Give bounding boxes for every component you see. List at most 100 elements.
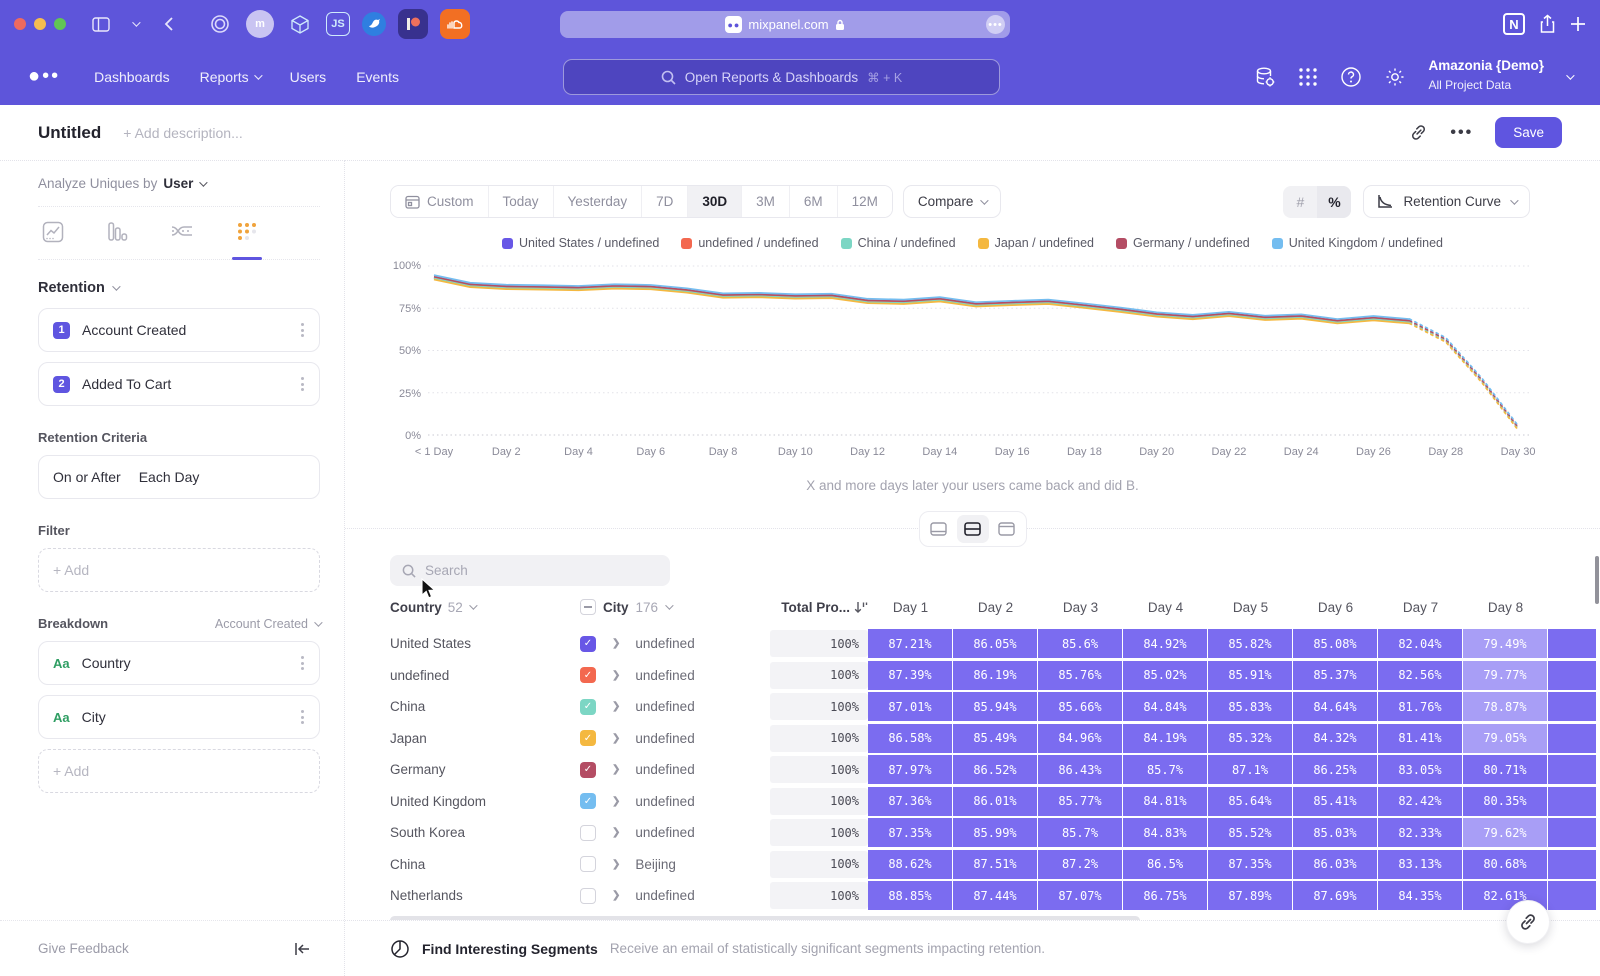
maximize-window-button[interactable] — [54, 18, 66, 30]
nav-dashboards[interactable]: Dashboards — [94, 69, 170, 85]
compare-button[interactable]: Compare — [903, 185, 1002, 218]
retention-cell[interactable]: 86.05% — [953, 629, 1037, 658]
range-7d[interactable]: 7D — [642, 186, 688, 217]
project-switcher[interactable]: Amazonia {Demo} All Project Data — [1428, 58, 1544, 95]
range-6m[interactable]: 6M — [790, 186, 838, 217]
avatar-extension-icon[interactable]: m — [246, 10, 274, 38]
tab-funnels[interactable] — [106, 221, 128, 259]
retention-cell[interactable]: 79.49% — [1463, 629, 1547, 658]
onepassword-extension-icon[interactable] — [206, 10, 234, 38]
retention-cell[interactable]: 80.35% — [1463, 787, 1547, 816]
row-checkbox-checked[interactable]: ✓ — [580, 730, 596, 746]
expand-row-icon[interactable]: ❯ — [612, 859, 620, 870]
bird-extension-icon[interactable] — [362, 12, 386, 36]
back-icon[interactable] — [156, 11, 182, 37]
retention-cell[interactable]: 85.66% — [1038, 692, 1122, 721]
retention-cell[interactable]: 87.1% — [1208, 755, 1292, 784]
breakdown-country[interactable]: Aa Country — [38, 641, 320, 685]
retention-cell[interactable]: 85.94% — [953, 692, 1037, 721]
nav-users[interactable]: Users — [290, 69, 327, 85]
criteria-each-day[interactable]: Each Day — [139, 469, 200, 485]
retention-cell[interactable]: 87.35% — [868, 818, 952, 847]
retention-cell[interactable]: 80.68% — [1463, 850, 1547, 879]
day-column-header[interactable]: Day 4 — [1123, 600, 1208, 615]
report-title[interactable]: Untitled — [38, 123, 101, 143]
day-column-header[interactable]: Day 2 — [953, 600, 1038, 615]
collapse-sidebar-icon[interactable] — [294, 942, 310, 956]
row-checkbox[interactable] — [580, 856, 596, 872]
day-column-header[interactable]: Day 1 — [868, 600, 953, 615]
row-checkbox-checked[interactable]: ✓ — [580, 667, 596, 683]
retention-cell[interactable]: 84.83% — [1123, 818, 1207, 847]
nav-events[interactable]: Events — [356, 69, 399, 85]
retention-cell[interactable]: 85.6% — [1038, 629, 1122, 658]
retention-cell[interactable]: 83.05% — [1378, 755, 1462, 784]
retention-step-2[interactable]: 2 Added To Cart — [38, 362, 320, 406]
view-chart-only-icon[interactable] — [923, 515, 955, 543]
minimize-window-button[interactable] — [34, 18, 46, 30]
cube-extension-icon[interactable] — [286, 10, 314, 38]
retention-cell[interactable]: 85.03% — [1293, 818, 1377, 847]
retention-cell[interactable]: 87.01% — [868, 692, 952, 721]
expand-row-icon[interactable]: ❯ — [612, 733, 620, 744]
retention-cell[interactable]: 87.21% — [868, 629, 952, 658]
day-column-header[interactable]: Day 3 — [1038, 600, 1123, 615]
day-column-header[interactable]: Day 7 — [1378, 600, 1463, 615]
chart-type-selector[interactable]: Retention Curve — [1363, 185, 1530, 218]
tab-retention[interactable] — [236, 221, 258, 259]
expand-row-icon[interactable]: ❯ — [612, 796, 620, 807]
retention-cell[interactable]: 85.99% — [953, 818, 1037, 847]
range-3m[interactable]: 3M — [742, 186, 790, 217]
day-column-header[interactable]: Day 6 — [1293, 600, 1378, 615]
step-1-kebab-icon[interactable] — [301, 321, 305, 340]
new-tab-icon[interactable] — [1570, 16, 1586, 32]
retention-cell[interactable]: 87.35% — [1208, 850, 1292, 879]
retention-cell[interactable]: 85.52% — [1208, 818, 1292, 847]
retention-cell[interactable]: 86.19% — [953, 661, 1037, 690]
retention-cell[interactable]: 84.92% — [1123, 629, 1207, 658]
share-link-floating-button[interactable] — [1506, 900, 1550, 944]
retention-cell[interactable]: 81.76% — [1378, 692, 1462, 721]
retention-step-1[interactable]: 1 Account Created — [38, 308, 320, 352]
retention-cell[interactable]: 84.81% — [1123, 787, 1207, 816]
row-checkbox-checked[interactable]: ✓ — [580, 762, 596, 778]
data-management-icon[interactable] — [1254, 66, 1276, 88]
retention-cell[interactable]: 82.33% — [1378, 818, 1462, 847]
range-yesterday[interactable]: Yesterday — [554, 186, 643, 217]
retention-cell[interactable]: 85.7% — [1038, 818, 1122, 847]
range-custom[interactable]: Custom — [391, 186, 489, 217]
legend-item[interactable]: United States / undefined — [502, 236, 659, 250]
retention-cell[interactable]: 85.32% — [1208, 724, 1292, 753]
retention-cell[interactable]: 88.62% — [868, 850, 952, 879]
sidebar-toggle-icon[interactable] — [88, 11, 114, 37]
retention-cell[interactable]: 82.56% — [1378, 661, 1462, 690]
legend-item[interactable]: United Kingdom / undefined — [1272, 236, 1443, 250]
retention-cell[interactable]: 85.82% — [1208, 629, 1292, 658]
legend-item[interactable]: Germany / undefined — [1116, 236, 1250, 250]
retention-cell[interactable]: 83.13% — [1378, 850, 1462, 879]
retention-cell[interactable]: 84.84% — [1123, 692, 1207, 721]
retention-cell[interactable]: 79.05% — [1463, 724, 1547, 753]
soundcloud-extension-icon[interactable] — [440, 9, 470, 39]
expand-row-icon[interactable]: ❯ — [612, 701, 620, 712]
more-options-icon[interactable]: ••• — [1450, 124, 1473, 142]
tab-insights[interactable] — [42, 221, 64, 259]
mixpanel-logo[interactable]: ●•• — [28, 65, 60, 88]
view-table-only-icon[interactable] — [991, 515, 1023, 543]
global-search[interactable]: Open Reports & Dashboards ⌘ + K — [563, 59, 1000, 95]
retention-cell[interactable]: 81.41% — [1378, 724, 1462, 753]
row-checkbox[interactable] — [580, 888, 596, 904]
range-30d[interactable]: 30D — [688, 186, 742, 217]
share-icon[interactable] — [1539, 14, 1556, 34]
retention-cell[interactable]: 86.5% — [1123, 850, 1207, 879]
absolute-values-toggle[interactable]: # — [1283, 186, 1317, 218]
retention-cell[interactable]: 86.43% — [1038, 755, 1122, 784]
retention-cell[interactable]: 78.87% — [1463, 692, 1547, 721]
row-checkbox-checked[interactable]: ✓ — [580, 636, 596, 652]
retention-cell[interactable]: 85.77% — [1038, 787, 1122, 816]
city-column-header[interactable]: City 176 — [580, 599, 770, 615]
expand-row-icon[interactable]: ❯ — [612, 827, 620, 838]
row-checkbox-checked[interactable]: ✓ — [580, 699, 596, 715]
breakdown-city[interactable]: Aa City — [38, 695, 320, 739]
vertical-scrollbar-thumb[interactable] — [1595, 556, 1599, 604]
